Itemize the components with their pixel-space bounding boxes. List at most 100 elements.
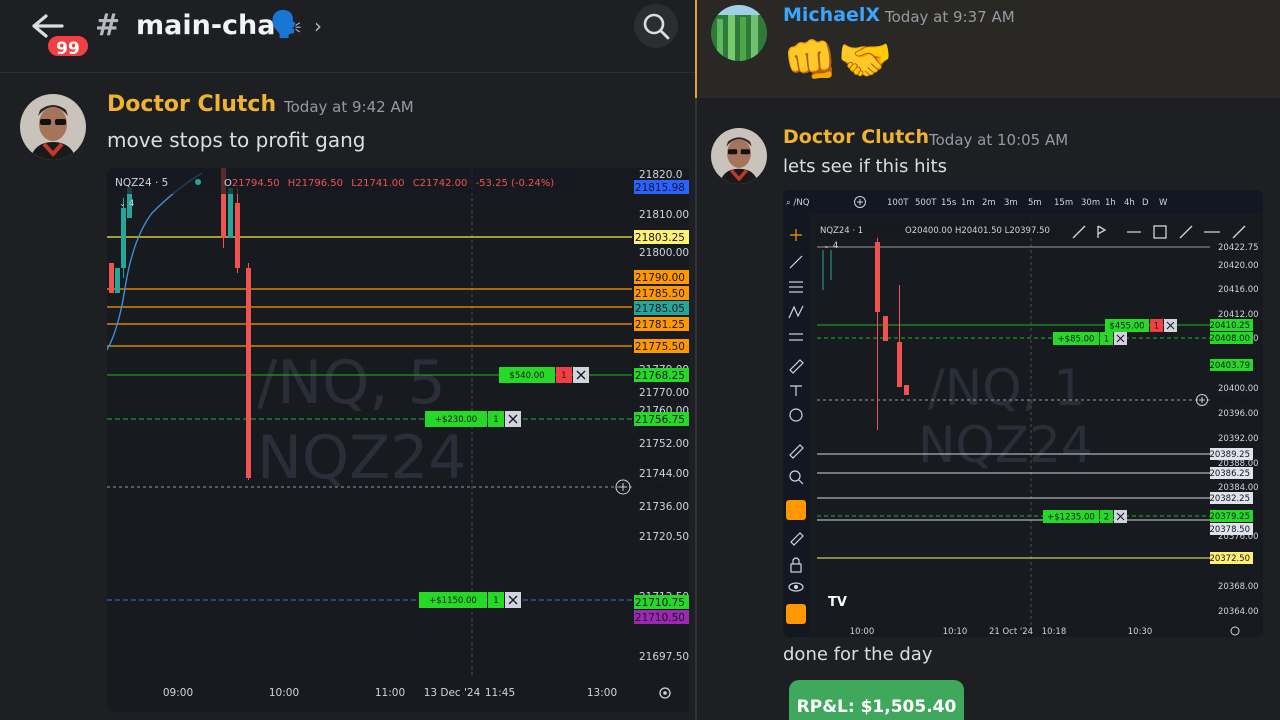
order-label-2[interactable]: +$230.00 1 [425, 411, 521, 427]
svg-text:+$1235.00: +$1235.00 [1047, 513, 1095, 523]
order-label-1[interactable]: $540.00 1 [499, 367, 589, 383]
price-tag: 20379.25 [1209, 510, 1253, 522]
price-axis-label: 20364.00 [1218, 607, 1259, 617]
svg-text:21739.75: 21739.75 [635, 482, 685, 494]
floating-drawing-tools[interactable] [1072, 225, 1246, 239]
price-axis-label: 20368.00 [1218, 582, 1259, 592]
chart-symbol[interactable]: NQZ24 · 1 [820, 226, 863, 236]
chart-image-nq-5min[interactable]: /NQ, 5 NQZ24 21820.0 21810.00 21800.00 2… [107, 168, 689, 712]
message-author[interactable]: Doctor Clutch [783, 126, 929, 148]
order-label-2[interactable]: +$85.00 1 [1053, 332, 1127, 345]
message-author[interactable]: Doctor Clutch [107, 92, 276, 117]
interval-option[interactable]: 15s [941, 198, 957, 208]
time-axis: 09:00 10:00 11:00 13 Dec '24 11:45 13:00 [163, 687, 617, 699]
chart-image-nq-1min[interactable]: ⌕ /NQ 100T 500T 15s 1m 2m 3m 5m 15m 30m 1h 4h D W [783, 190, 1263, 637]
interval-option[interactable]: 100T [887, 198, 909, 208]
time-axis-label: 13 Dec '24 [424, 687, 481, 699]
svg-text:21768.25: 21768.25 [635, 370, 685, 382]
interval-option[interactable]: 3m [1004, 198, 1018, 208]
channel-name[interactable]: main-chat [136, 10, 288, 41]
chart-watermark-1: /NQ, 1 [928, 359, 1085, 417]
chevron-right-icon[interactable]: › [314, 14, 322, 38]
price-tag: 21803.25 [634, 230, 689, 244]
unread-badge: 99 [45, 33, 91, 59]
price-tag: 21739.75 [634, 480, 689, 494]
collapse-indicators[interactable]: ⌄ 4 [823, 241, 838, 251]
svg-text:20382.25: 20382.25 [1209, 494, 1250, 504]
tradingview-logo: TV [828, 595, 847, 610]
price-tag: 20403.79 [1209, 359, 1253, 371]
time-axis-label: 13:00 [587, 687, 617, 699]
chart-watermark-1: /NQ, 5 [257, 348, 446, 418]
price-axis-label: 21770.00 [639, 387, 689, 399]
time-axis-label: 10:30 [1128, 627, 1153, 637]
time-axis-label: 10:10 [943, 627, 968, 637]
link-icon [786, 604, 806, 624]
interval-option[interactable]: 30m [1081, 198, 1100, 208]
collapse-indicators[interactable]: ⌄ 4 [119, 199, 134, 209]
interval-option[interactable]: 15m [1054, 198, 1073, 208]
svg-text:20408.00: 20408.00 [1209, 334, 1250, 344]
svg-text:21803.25: 21803.25 [635, 232, 685, 244]
interval-option[interactable]: 500T [915, 198, 937, 208]
price-tag: 20372.50 [1209, 552, 1253, 564]
symbol-search[interactable]: ⌕ /NQ [786, 198, 810, 208]
svg-text:1: 1 [561, 371, 566, 381]
order-label-3[interactable]: +$1235.00 2 [1043, 510, 1127, 523]
interval-option[interactable]: 2m [982, 198, 996, 208]
chart-svg: ⌕ /NQ 100T 500T 15s 1m 2m 3m 5m 15m 30m 1h 4h D W [783, 190, 1263, 637]
interval-option[interactable]: 1h [1105, 198, 1116, 208]
time-axis-label: 10:00 [850, 627, 875, 637]
price-tag: 21785.50 [634, 286, 689, 300]
interval-option[interactable]: W [1159, 198, 1168, 208]
svg-text:1: 1 [493, 596, 498, 606]
avatar-michaelx[interactable] [711, 5, 767, 61]
svg-text:21756.75: 21756.75 [635, 414, 685, 426]
svg-text:20372.50: 20372.50 [1209, 554, 1250, 564]
interval-option[interactable]: 5m [1028, 198, 1042, 208]
chart-symbol[interactable]: NQZ24 · 5 [115, 177, 168, 189]
interval-option[interactable]: 4h [1124, 198, 1135, 208]
crosshair-add-icon[interactable] [1196, 394, 1208, 406]
time-axis-label: 10:00 [269, 687, 299, 699]
channel-header: 99 # main-chat 🗣️ › [0, 0, 695, 73]
chart-settings-icon[interactable] [1230, 626, 1240, 636]
order-label-1[interactable]: $455.00 1 [1105, 319, 1177, 332]
interval-option[interactable]: 1m [961, 198, 975, 208]
chart-settings-icon[interactable] [659, 687, 671, 699]
svg-text:21781.25: 21781.25 [635, 319, 685, 331]
pnl-image[interactable]: RP&L: $1,505.40 [789, 680, 964, 720]
time-axis-label: 09:00 [163, 687, 193, 699]
chart-watermark-2: NQZ24 [918, 416, 1093, 474]
message-emojis: 👊🤝 [783, 35, 893, 86]
price-tag: 21710.75 [634, 595, 689, 609]
price-tag: 21710.50 [634, 610, 689, 624]
avatar-doctor-clutch[interactable] [20, 94, 86, 160]
price-axis-label: 20420.00 [1218, 261, 1259, 271]
svg-text:20379.25: 20379.25 [1209, 512, 1250, 522]
message-author[interactable]: MichaelX [783, 4, 880, 26]
price-axis-label: 21800.00 [639, 247, 689, 259]
chart-watermark-2: NQZ24 [257, 423, 467, 493]
message-text: lets see if this hits [783, 156, 947, 177]
search-icon [643, 13, 670, 40]
message-timestamp: Today at 9:42 AM [284, 98, 414, 116]
price-axis-label: 20392.00 [1218, 434, 1259, 444]
order-label-3[interactable]: +$1150.00 1 [419, 592, 521, 608]
price-axis-label: 21697.50 [639, 651, 689, 663]
svg-text:20389.25: 20389.25 [1209, 450, 1250, 460]
time-axis-label: 11:45 [485, 687, 515, 699]
svg-text:21785.05: 21785.05 [635, 303, 685, 315]
svg-text:2: 2 [1104, 513, 1109, 523]
interval-option[interactable]: D [1142, 198, 1149, 208]
price-axis-label: 20412.00 [1218, 310, 1259, 320]
message-followup-text: done for the day [783, 644, 933, 665]
avatar-doctor-clutch[interactable] [711, 128, 767, 184]
price-axis-label: 21752.00 [639, 438, 689, 450]
price-tag: 20398.00 [1209, 394, 1253, 406]
interval-selector[interactable]: 100T 500T 15s 1m 2m 3m 5m 15m 30m 1h 4h D W [887, 198, 1168, 208]
price-axis-label: 20384.00 [1218, 483, 1259, 493]
speaking-head-emoji: 🗣️ [270, 10, 303, 40]
search-button[interactable] [634, 4, 678, 48]
price-axis-label: 20416.00 [1218, 285, 1259, 295]
